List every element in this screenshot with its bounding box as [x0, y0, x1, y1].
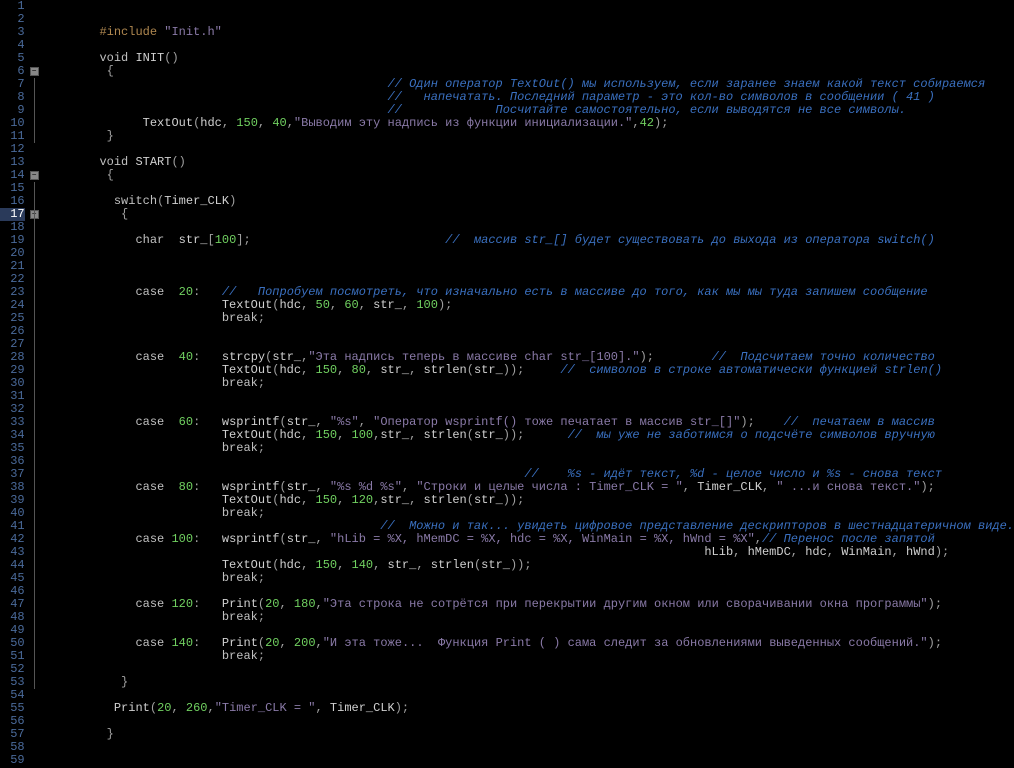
- code-line[interactable]: {: [42, 169, 1014, 182]
- code-line[interactable]: break;: [42, 611, 1014, 624]
- code-line[interactable]: [42, 741, 1014, 754]
- code-line[interactable]: }: [42, 676, 1014, 689]
- code-line[interactable]: [42, 663, 1014, 676]
- line-number-gutter[interactable]: 1234567891011121314151617181920212223242…: [0, 0, 29, 768]
- code-line[interactable]: [42, 260, 1014, 273]
- code-line[interactable]: [42, 754, 1014, 767]
- code-editor[interactable]: 1234567891011121314151617181920212223242…: [0, 0, 1014, 768]
- code-line[interactable]: }: [42, 130, 1014, 143]
- code-line[interactable]: break;: [42, 650, 1014, 663]
- code-line[interactable]: switch(Timer_CLK): [42, 195, 1014, 208]
- code-line[interactable]: [42, 39, 1014, 52]
- code-line[interactable]: }: [42, 728, 1014, 741]
- code-line[interactable]: char str_[100]; // массив str_[] будет с…: [42, 234, 1014, 247]
- code-area[interactable]: #include "Init.h" void INIT() { // Один …: [42, 0, 1014, 768]
- code-line[interactable]: break;: [42, 442, 1014, 455]
- code-line[interactable]: void START(): [42, 156, 1014, 169]
- code-line[interactable]: break;: [42, 572, 1014, 585]
- code-line[interactable]: break;: [42, 312, 1014, 325]
- code-line[interactable]: void INIT(): [42, 52, 1014, 65]
- code-line[interactable]: break;: [42, 377, 1014, 390]
- fold-toggle[interactable]: −: [30, 67, 39, 76]
- fold-column[interactable]: −−−: [29, 0, 42, 768]
- line-number[interactable]: 59: [0, 754, 25, 767]
- code-line[interactable]: [42, 247, 1014, 260]
- code-line[interactable]: [42, 143, 1014, 156]
- code-line[interactable]: [42, 325, 1014, 338]
- fold-guide-line: [34, 78, 35, 143]
- fold-guide-line: [34, 221, 35, 689]
- code-line[interactable]: TextOut(hdc, 150, 40,"Выводим эту надпис…: [42, 117, 1014, 130]
- code-line[interactable]: Print(20, 260,"Timer_CLK = ", Timer_CLK)…: [42, 702, 1014, 715]
- code-line[interactable]: [42, 390, 1014, 403]
- code-line[interactable]: [42, 0, 1014, 13]
- code-line[interactable]: #include "Init.h": [42, 26, 1014, 39]
- code-line[interactable]: {: [42, 208, 1014, 221]
- code-line[interactable]: [42, 715, 1014, 728]
- fold-toggle[interactable]: −: [30, 171, 39, 180]
